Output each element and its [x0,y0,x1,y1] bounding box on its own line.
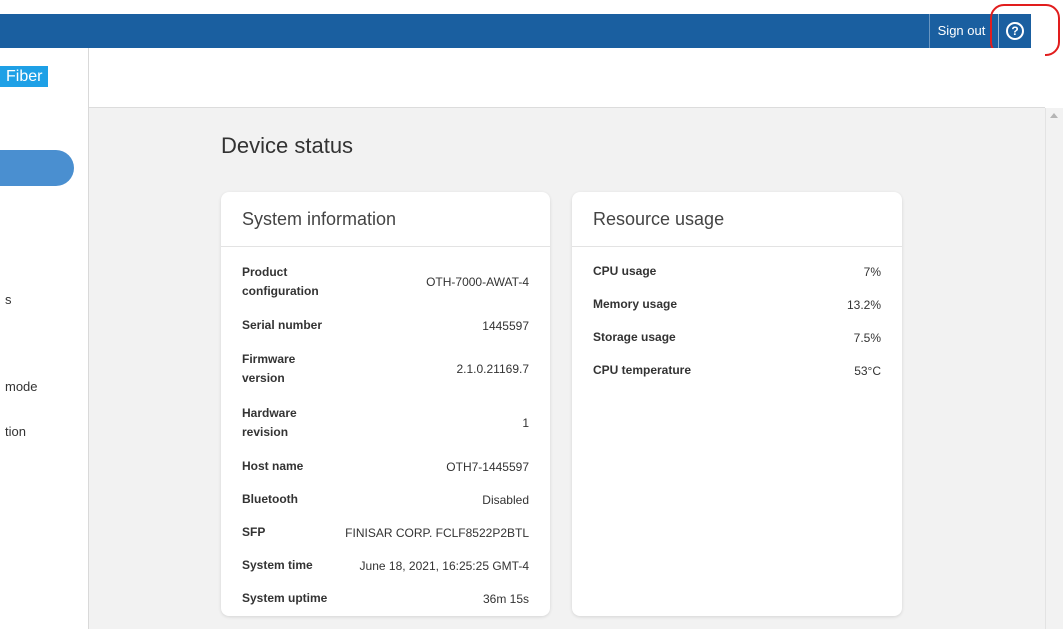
info-value: June 18, 2021, 16:25:25 GMT-4 [359,558,529,573]
brand-logo: Fiber [0,66,49,87]
page-title: Device status [221,133,354,158]
usage-label: Storage usage [593,330,676,344]
info-label: Product configuration [242,265,319,298]
info-row-host-name: Host name OTH7-1445597 [242,456,529,477]
usage-value: 13.2% [846,297,881,312]
info-value: FINISAR CORP. FCLF8522P2BTL [345,525,529,540]
sidebar-item-1[interactable]: s [5,292,12,307]
usage-value: 7.5% [853,330,881,345]
usage-row-memory: Memory usage 13.2% [593,294,881,315]
info-label: System time [242,558,313,572]
info-label: Host name [242,459,304,473]
info-value: OTH-7000-AWAT-4 [426,275,529,289]
card-title: Resource usage [572,192,902,247]
usage-row-storage: Storage usage 7.5% [593,327,881,348]
info-label: Hardware revision [242,406,297,439]
content-header [89,48,1045,108]
info-row-firmware-version: Firmware version 2.1.0.21169.7 [242,348,529,390]
info-label: SFP [242,525,266,539]
info-label: Bluetooth [242,492,298,506]
help-icon: ? [1006,22,1024,40]
sidebar-active-item[interactable] [0,150,74,186]
info-row-system-time: System time June 18, 2021, 16:25:25 GMT-… [242,555,529,576]
info-label: Serial number [242,318,323,332]
info-value: 1445597 [482,318,529,333]
usage-label: Memory usage [593,297,678,311]
info-row-system-uptime: System uptime 36m 15s [242,588,529,609]
sidebar-item-2[interactable]: mode [5,379,38,394]
sidebar-item-3[interactable]: tion [5,424,26,439]
help-button[interactable]: ? [998,14,1031,48]
info-row-product-configuration: Product configuration OTH-7000-AWAT-4 [242,261,529,303]
info-label: System uptime [242,591,328,605]
usage-label: CPU usage [593,264,657,278]
usage-row-cpu: CPU usage 7% [593,261,881,282]
system-info-rows: Product configuration OTH-7000-AWAT-4 Se… [221,247,550,609]
info-value: OTH7-1445597 [446,459,529,474]
scroll-up-arrow-icon[interactable] [1050,113,1058,118]
info-value: 2.1.0.21169.7 [456,362,529,376]
info-value: 1 [522,416,529,430]
info-value: 36m 15s [482,591,529,606]
resource-usage-card: Resource usage CPU usage 7% Memory usage… [572,192,902,616]
info-value: Disabled [482,492,529,507]
info-label: Firmware version [242,352,296,385]
vertical-scrollbar[interactable] [1045,108,1063,629]
usage-value: 7% [863,264,881,279]
usage-label: CPU temperature [593,363,692,377]
usage-value: 53°C [854,363,881,378]
sign-out-button[interactable]: Sign out [929,14,993,48]
usage-row-cpu-temperature: CPU temperature 53°C [593,360,881,381]
info-row-bluetooth: Bluetooth Disabled [242,489,529,510]
resource-usage-rows: CPU usage 7% Memory usage 13.2% Storage … [572,247,902,381]
sidebar [0,48,89,629]
info-row-sfp: SFP FINISAR CORP. FCLF8522P2BTL [242,522,529,543]
top-bar [0,14,1031,48]
info-row-hardware-revision: Hardware revision 1 [242,402,529,444]
card-title: System information [221,192,550,247]
system-information-card: System information Product configuration… [221,192,550,616]
info-row-serial-number: Serial number 1445597 [242,315,529,336]
